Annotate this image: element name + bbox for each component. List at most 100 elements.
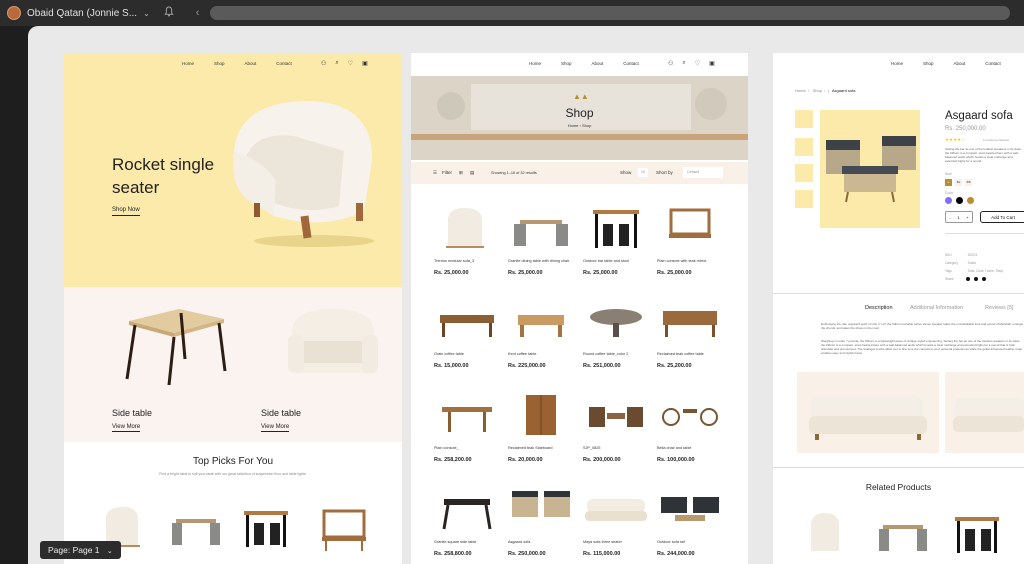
chevron-down-icon[interactable]: ⌄ xyxy=(143,9,150,18)
twitter-icon[interactable] xyxy=(982,277,986,281)
add-to-cart-button[interactable]: Add To Cart xyxy=(980,211,1024,223)
size-option[interactable]: XS xyxy=(965,179,972,186)
account-icon[interactable]: ⚇ xyxy=(668,60,673,67)
crumb-home[interactable]: Home xyxy=(795,88,806,93)
crumb-shop[interactable]: Shop xyxy=(813,88,822,93)
product-name[interactable]: Round coffee table_color 2 xyxy=(583,352,649,362)
grid-view-icon[interactable]: ⊞ xyxy=(459,170,463,176)
product-image[interactable] xyxy=(434,296,500,346)
product-image[interactable] xyxy=(508,203,574,253)
product-name[interactable]: Reclaimed teak coffee table xyxy=(657,352,723,362)
product-name[interactable]: Trenton modular sofa_3 xyxy=(434,259,500,269)
product-name[interactable]: Outdoor bar table and stool xyxy=(583,259,649,269)
product-image[interactable] xyxy=(583,296,649,346)
size-option[interactable]: L xyxy=(945,179,952,186)
product-image[interactable] xyxy=(508,484,574,534)
facebook-icon[interactable] xyxy=(966,277,970,281)
nav-shop[interactable]: Shop xyxy=(561,61,572,66)
product-card[interactable]: Granite square side table Rs. 258,800.00 xyxy=(434,484,500,557)
product-card[interactable]: Maya sofa three seater Rs. 115,000.00 xyxy=(583,484,649,557)
qty-plus-button[interactable]: + xyxy=(966,215,968,220)
product-image[interactable] xyxy=(434,203,500,253)
product-image[interactable] xyxy=(583,484,649,534)
nav-about[interactable]: About xyxy=(954,61,966,66)
design-canvas[interactable]: Home Shop About Contact ⚇ ⌕ ♡ ▣ Rocket s… xyxy=(28,26,1024,564)
sort-select[interactable]: Default xyxy=(683,167,723,178)
page-selector-label[interactable]: Page: Page 1 xyxy=(48,545,100,555)
qty-minus-button[interactable]: - xyxy=(949,215,950,220)
product-name[interactable]: Grain coffee table xyxy=(434,352,500,362)
shop-now-link[interactable]: Shop Now xyxy=(112,207,140,216)
shop-frame[interactable]: Home Shop About Contact ⚇ ⌕ ♡ ▣ ▲▲ Shop … xyxy=(411,53,748,564)
nav-about[interactable]: About xyxy=(245,61,257,66)
nav-contact[interactable]: Contact xyxy=(623,61,639,66)
search-icon[interactable]: ⌕ xyxy=(335,60,338,67)
review-count[interactable]: 5 Customer Review xyxy=(983,138,1009,142)
product-card[interactable]: Outdoor sofa set Rs. 244,000.00 xyxy=(657,484,723,557)
tab-additional-information[interactable]: Additional Information xyxy=(910,305,963,311)
bell-icon[interactable] xyxy=(164,6,174,20)
product-image[interactable] xyxy=(657,203,723,253)
product-name[interactable]: Reclaimed teak Sideboard xyxy=(508,446,574,456)
qty-value[interactable]: 1 xyxy=(957,215,959,220)
product-name[interactable]: Maya sofa three seater xyxy=(583,540,649,550)
heart-icon[interactable]: ♡ xyxy=(695,60,700,67)
product-image[interactable] xyxy=(657,390,723,440)
user-name[interactable]: Obaid Qatan (Jonnie S... xyxy=(27,8,137,19)
color-swatch-gold[interactable] xyxy=(967,197,974,204)
tab-reviews[interactable]: Reviews [5] xyxy=(985,305,1013,311)
view-more-1-link[interactable]: View More xyxy=(112,424,141,432)
product-image[interactable] xyxy=(657,296,723,346)
thumbnail[interactable] xyxy=(795,110,813,128)
product-card[interactable]: Plain console_ Rs. 258,200.00 xyxy=(434,390,500,463)
product-image[interactable] xyxy=(583,390,649,440)
product-image[interactable] xyxy=(657,484,723,534)
product-image[interactable] xyxy=(434,484,500,534)
product-name[interactable]: Granite square side table xyxy=(434,540,500,550)
nav-shop[interactable]: Shop xyxy=(214,61,225,66)
product-image[interactable] xyxy=(583,203,649,253)
linkedin-icon[interactable] xyxy=(974,277,978,281)
nav-home[interactable]: Home xyxy=(891,61,903,66)
avatar[interactable] xyxy=(7,6,21,20)
show-count-input[interactable]: 16 xyxy=(638,168,648,177)
nav-home[interactable]: Home xyxy=(182,61,194,66)
product-name[interactable]: Plain console with teak mirror xyxy=(657,259,723,269)
product-card[interactable]: Reclaimed teak Sideboard Rs. 20,000.00 xyxy=(508,390,574,463)
url-bar[interactable] xyxy=(210,6,1010,20)
search-icon[interactable]: ⌕ xyxy=(682,60,685,67)
filter-icon[interactable]: ☰ xyxy=(433,170,437,176)
product-name[interactable]: SJP_0825 xyxy=(583,446,649,456)
product-name[interactable]: Kent coffee table xyxy=(508,352,574,362)
thumbnail[interactable] xyxy=(795,190,813,208)
product-card[interactable]: Trenton modular sofa_3 Rs. 25,000.00 xyxy=(434,203,500,276)
color-swatch-purple[interactable] xyxy=(945,197,952,204)
list-view-icon[interactable]: ▤ xyxy=(470,170,474,176)
thumbnail[interactable] xyxy=(795,138,813,156)
product-detail-frame[interactable]: Home Shop About Contact Home › Shop › | … xyxy=(773,53,1024,564)
product-image[interactable] xyxy=(434,390,500,440)
product-name[interactable]: Plain console_ xyxy=(434,446,500,456)
product-image[interactable] xyxy=(508,296,574,346)
back-icon[interactable]: ‹ xyxy=(196,7,200,19)
product-card[interactable]: Reclaimed teak coffee table Rs. 25,200.00 xyxy=(657,296,723,369)
nav-about[interactable]: About xyxy=(592,61,604,66)
crumb-home[interactable]: Home xyxy=(568,123,579,128)
product-card[interactable]: Grain coffee table Rs. 15,000.00 xyxy=(434,296,500,369)
cart-icon[interactable]: ▣ xyxy=(362,60,368,67)
home-frame[interactable]: Home Shop About Contact ⚇ ⌕ ♡ ▣ Rocket s… xyxy=(64,53,402,564)
product-card[interactable]: Granite dining table with dining chair Rs… xyxy=(508,203,574,276)
account-icon[interactable]: ⚇ xyxy=(321,60,326,67)
thumbnail[interactable] xyxy=(795,164,813,182)
product-card[interactable]: Outdoor bar table and stool Rs. 25,000.00 xyxy=(583,203,649,276)
view-more-2-link[interactable]: View More xyxy=(261,424,290,432)
cart-icon[interactable]: ▣ xyxy=(709,60,715,67)
heart-icon[interactable]: ♡ xyxy=(348,60,353,67)
product-card[interactable]: SJP_0825 Rs. 200,000.00 xyxy=(583,390,649,463)
nav-shop[interactable]: Shop xyxy=(923,61,934,66)
size-option[interactable]: XL xyxy=(955,179,962,186)
tab-description[interactable]: Description xyxy=(865,305,893,311)
filter-button[interactable]: Filter xyxy=(442,170,452,175)
product-card[interactable]: Plain console with teak mirror Rs. 25,000… xyxy=(657,203,723,276)
product-image[interactable] xyxy=(508,390,574,440)
